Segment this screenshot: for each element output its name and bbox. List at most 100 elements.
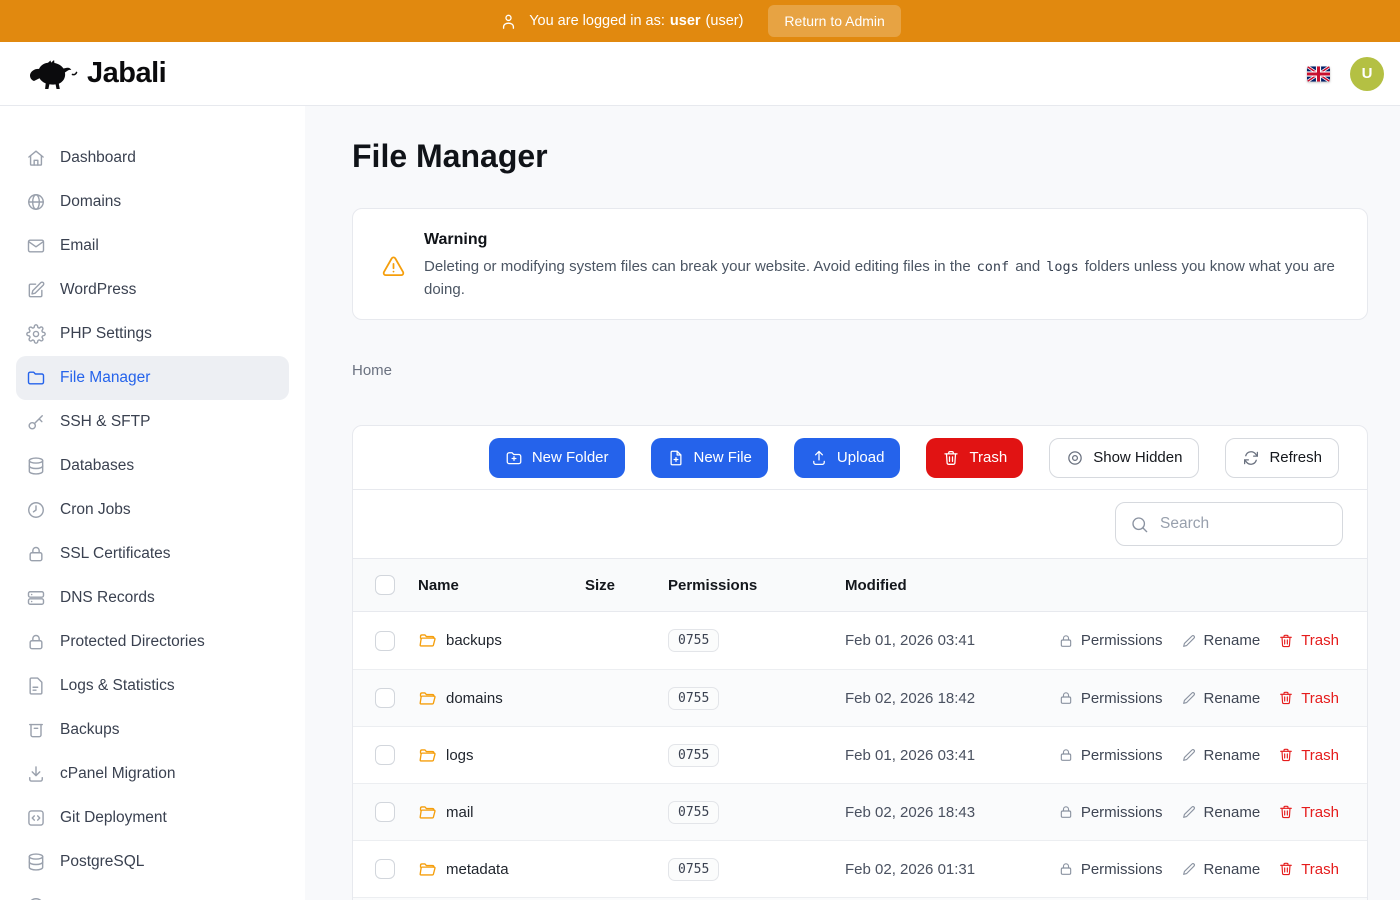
row-checkbox[interactable] [375, 802, 395, 822]
lock-icon [1058, 747, 1074, 763]
permissions-badge: 0755 [668, 858, 719, 881]
database-icon [26, 456, 46, 476]
table-row: logs 0755 Feb 01, 2026 03:41 Permissions… [353, 726, 1367, 783]
lock-icon [1058, 690, 1074, 706]
sidebar-item-partial[interactable] [16, 884, 289, 900]
trash-button[interactable]: Trash [926, 438, 1023, 478]
sidebar-item-databases[interactable]: Databases [16, 444, 289, 488]
row-rename-button[interactable]: Rename [1181, 804, 1261, 821]
show-hidden-button[interactable]: Show Hidden [1049, 438, 1199, 478]
row-checkbox[interactable] [375, 859, 395, 879]
boar-logo-icon [28, 54, 80, 94]
permissions-badge: 0755 [668, 744, 719, 767]
trash-icon [1278, 633, 1294, 649]
return-to-admin-button[interactable]: Return to Admin [768, 5, 900, 37]
eye-icon [1066, 449, 1084, 467]
row-permissions-button[interactable]: Permissions [1058, 747, 1163, 764]
modified-date: Feb 02, 2026 01:31 [845, 861, 1058, 878]
select-all-checkbox[interactable] [375, 575, 395, 595]
row-permissions-button[interactable]: Permissions [1058, 861, 1163, 878]
table-row: mail 0755 Feb 02, 2026 18:43 Permissions… [353, 783, 1367, 840]
sidebar-item-ssl-certificates[interactable]: SSL Certificates [16, 532, 289, 576]
pencil-icon [1181, 861, 1197, 877]
language-flag-icon[interactable] [1307, 66, 1330, 82]
file-name[interactable]: domains [446, 690, 503, 707]
modified-date: Feb 01, 2026 03:41 [845, 632, 1058, 649]
new-folder-button[interactable]: New Folder [489, 438, 625, 478]
sidebar-item-postgresql[interactable]: PostgreSQL [16, 840, 289, 884]
pencil-icon [1181, 633, 1197, 649]
trash-icon [1278, 747, 1294, 763]
warning-text: Deleting or modifying system files can b… [424, 256, 1339, 300]
sidebar-item-wordpress[interactable]: WordPress [16, 268, 289, 312]
sidebar-item-file-manager[interactable]: File Manager [16, 356, 289, 400]
permissions-badge: 0755 [668, 687, 719, 710]
trash-icon [1278, 861, 1294, 877]
folder-icon [418, 631, 437, 650]
sidebar-item-php-settings[interactable]: PHP Settings [16, 312, 289, 356]
key-icon [26, 412, 46, 432]
sidebar-nav: Dashboard Domains Email WordPress PHP Se… [0, 136, 305, 900]
sidebar-item-git-deployment[interactable]: Git Deployment [16, 796, 289, 840]
sidebar-item-dashboard[interactable]: Dashboard [16, 136, 289, 180]
modified-date: Feb 02, 2026 18:42 [845, 690, 1058, 707]
server-icon [26, 588, 46, 608]
pencil-icon [1181, 747, 1197, 763]
download-icon [26, 764, 46, 784]
role-suffix: (user) [706, 13, 744, 29]
row-trash-button[interactable]: Trash [1278, 861, 1339, 878]
sidebar-item-dns-records[interactable]: DNS Records [16, 576, 289, 620]
file-name[interactable]: backups [446, 632, 502, 649]
row-permissions-button[interactable]: Permissions [1058, 632, 1163, 649]
file-name[interactable]: metadata [446, 861, 509, 878]
database-icon [26, 852, 46, 872]
page-title: File Manager [352, 136, 1368, 176]
globe-icon [26, 192, 46, 212]
modified-date: Feb 01, 2026 03:41 [845, 747, 1058, 764]
row-checkbox[interactable] [375, 631, 395, 651]
row-trash-button[interactable]: Trash [1278, 690, 1339, 707]
sidebar-item-domains[interactable]: Domains [16, 180, 289, 224]
trash-icon [942, 449, 960, 467]
row-checkbox[interactable] [375, 745, 395, 765]
row-rename-button[interactable]: Rename [1181, 861, 1261, 878]
file-name[interactable]: mail [446, 804, 474, 821]
sidebar-item-cron-jobs[interactable]: Cron Jobs [16, 488, 289, 532]
breadcrumb[interactable]: Home [352, 362, 392, 379]
code-logs: logs [1046, 259, 1079, 275]
refresh-button[interactable]: Refresh [1225, 438, 1339, 478]
user-avatar[interactable]: U [1350, 57, 1384, 91]
clock-icon [26, 500, 46, 520]
row-rename-button[interactable]: Rename [1181, 747, 1261, 764]
impersonation-bar: You are logged in as: user (user) Return… [0, 0, 1400, 42]
folder-icon [418, 746, 437, 765]
sidebar-item-protected-directories[interactable]: Protected Directories [16, 620, 289, 664]
search-icon [1130, 515, 1149, 534]
row-permissions-button[interactable]: Permissions [1058, 804, 1163, 821]
code-icon [26, 808, 46, 828]
sidebar-item-backups[interactable]: Backups [16, 708, 289, 752]
sidebar-item-ssh-sftp[interactable]: SSH & SFTP [16, 400, 289, 444]
row-rename-button[interactable]: Rename [1181, 632, 1261, 649]
message-prefix: You are logged in as: [529, 13, 665, 29]
file-name[interactable]: logs [446, 747, 474, 764]
row-trash-button[interactable]: Trash [1278, 804, 1339, 821]
sidebar-item-logs-statistics[interactable]: Logs & Statistics [16, 664, 289, 708]
sidebar-item-email[interactable]: Email [16, 224, 289, 268]
row-permissions-button[interactable]: Permissions [1058, 690, 1163, 707]
row-rename-button[interactable]: Rename [1181, 690, 1261, 707]
upload-button[interactable]: Upload [794, 438, 901, 478]
lock-icon [1058, 861, 1074, 877]
brand-name: Jabali [87, 57, 166, 90]
lock-icon [26, 632, 46, 652]
new-file-button[interactable]: New File [651, 438, 768, 478]
code-conf: conf [977, 259, 1010, 275]
row-checkbox[interactable] [375, 688, 395, 708]
row-trash-button[interactable]: Trash [1278, 632, 1339, 649]
sidebar-item-cpanel-migration[interactable]: cPanel Migration [16, 752, 289, 796]
folder-icon [26, 368, 46, 388]
table-header: Name Size Permissions Modified [353, 558, 1367, 612]
row-trash-button[interactable]: Trash [1278, 747, 1339, 764]
column-permissions: Permissions [668, 577, 845, 594]
search-input[interactable] [1158, 514, 1328, 534]
